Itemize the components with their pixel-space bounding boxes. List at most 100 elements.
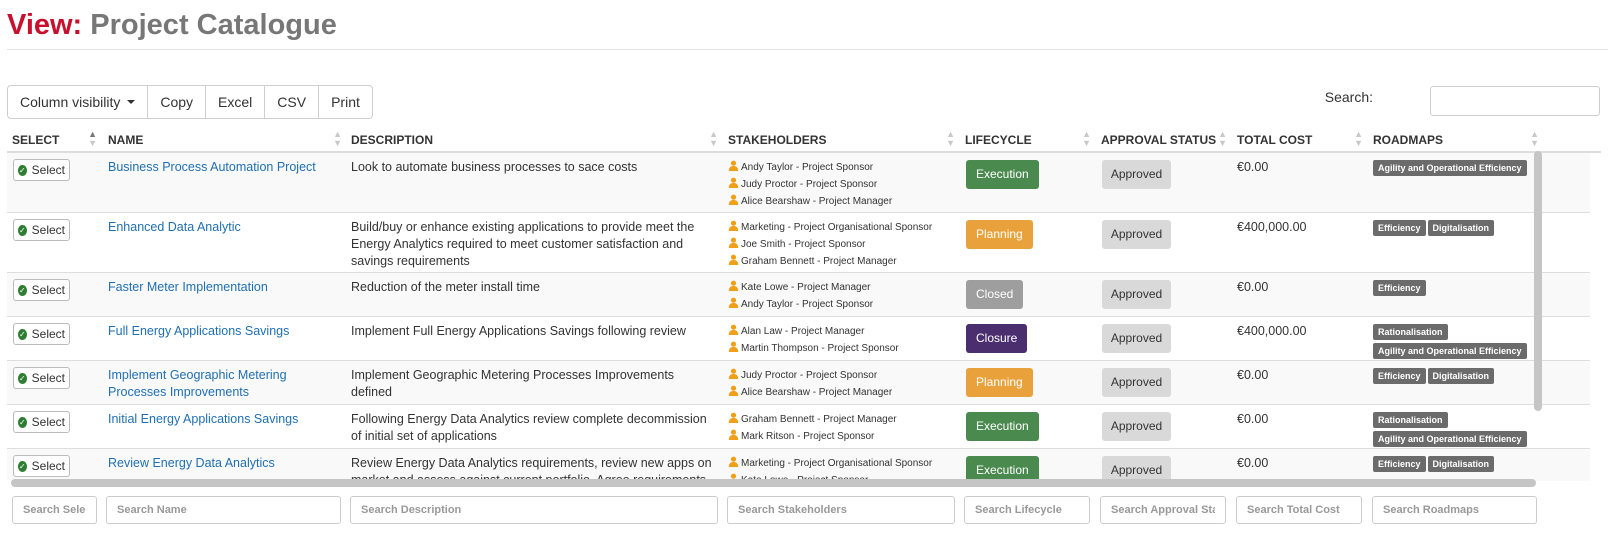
select-row-button[interactable]: ✓ Select [13,279,70,301]
filter-select-input[interactable] [12,496,97,524]
filter-stakeholders-input[interactable] [727,496,955,524]
select-button-label: Select [31,414,65,429]
approval-cell: Approved [1096,449,1232,481]
select-cell: ✓ Select [7,361,102,404]
lifecycle-cell: Execution [960,405,1096,448]
select-row-button[interactable]: ✓ Select [13,219,70,241]
person-icon [728,254,739,265]
filter-description-input[interactable] [350,496,718,524]
horizontal-scrollbar[interactable] [11,479,1536,487]
description-cell: Review Energy Data Analytics requirement… [351,456,712,481]
person-icon [728,177,739,188]
total-cost-cell: €400,000.00 [1237,324,1307,338]
select-row-button[interactable]: ✓ Select [13,455,70,477]
description-cell: Implement Full Energy Applications Savin… [351,324,686,338]
column-header-description[interactable]: Description ▲ ▼ [346,127,723,151]
check-circle-icon: ✓ [18,328,27,340]
lifecycle-badge: Execution [966,456,1039,481]
select-button-label: Select [31,162,65,177]
person-icon [728,324,739,335]
column-header-approval-status[interactable]: Approval Status ▲ ▼ [1096,127,1232,151]
select-row-button[interactable]: ✓ Select [13,323,70,345]
project-name-link[interactable]: Enhanced Data Analytic [108,220,241,234]
column-header-roadmaps[interactable]: Roadmaps ▲ ▼ [1368,127,1544,151]
page-title-prefix: View: [7,9,83,41]
roadmap-tag-digitalisation: Digitalisation [1427,456,1495,472]
select-cell: ✓ Select [7,317,102,360]
select-button-label: Select [31,370,65,385]
stakeholder-item: Alan Law - Project Manager [728,323,955,340]
lifecycle-badge: Closed [966,280,1024,309]
roadmap-tag-efficiency: Efficiency [1373,220,1426,236]
print-button[interactable]: Print [319,86,372,118]
roadmaps-cell: Rationalisation Agility and Operational E… [1368,317,1544,362]
copy-button[interactable]: Copy [148,86,207,118]
select-cell: ✓ Select [7,213,102,272]
project-name-link[interactable]: Implement Geographic Metering Processes … [108,368,287,399]
lifecycle-badge: Planning [966,368,1033,397]
roadmap-tag-agility-and-operational-efficiency: Agility and Operational Efficiency [1373,431,1527,447]
sort-arrows-icon: ▲ ▼ [1530,129,1539,148]
roadmaps-cell: Efficiency Digitalisation [1368,449,1544,475]
filter-roadmaps-input[interactable] [1372,496,1537,524]
column-header-label: Description [351,133,434,147]
column-header-name[interactable]: Name ▲ ▼ [103,127,347,151]
select-button-label: Select [31,458,65,473]
total-cost-cell: €0.00 [1237,280,1269,294]
page-title: View: Project Catalogue [7,6,337,44]
project-name-link[interactable]: Faster Meter Implementation [108,280,268,294]
approval-cell: Approved [1096,405,1232,448]
stakeholder-item: Marketing - Project Organisational Spons… [728,455,955,472]
title-divider [7,49,1608,50]
vertical-scrollbar[interactable] [1534,151,1542,481]
column-header-lifecycle[interactable]: Lifecycle ▲ ▼ [960,127,1096,151]
column-header-label: Stakeholders [728,133,827,147]
table-body[interactable]: ✓ Select Business Process Automation Proje… [7,153,1590,481]
sort-arrows-icon: ▲ ▼ [946,129,955,148]
stakeholder-text: Andy Taylor - Project Sponsor [741,162,874,173]
stakeholder-item: Graham Bennett - Project Manager [728,411,955,428]
lifecycle-badge: Execution [966,160,1039,189]
table-row: ✓ Select Faster Meter Implementation Reduct… [7,273,1590,317]
filter-lifecycle-input[interactable] [964,496,1090,524]
csv-button[interactable]: CSV [265,86,320,118]
select-row-button[interactable]: ✓ Select [13,411,70,433]
excel-button[interactable]: Excel [206,86,266,118]
column-header-label: Select [12,133,60,147]
stakeholder-text: Joe Smith - Project Sponsor [741,239,866,250]
stakeholder-text: Alan Law - Project Manager [741,326,865,337]
table-header: Select ▲ ▼ Name ▲ ▼ Description ▲ ▼ Stakeholders ▲… [7,127,1601,153]
select-row-button[interactable]: ✓ Select [13,367,70,389]
person-icon [728,280,739,291]
person-icon [728,456,739,467]
filter-approval-status-input[interactable] [1100,496,1226,524]
person-icon [728,429,739,440]
select-row-button[interactable]: ✓ Select [13,159,70,181]
column-visibility-button[interactable]: Column visibility [8,86,149,118]
roadmap-tag-efficiency: Efficiency [1373,280,1426,296]
description-cell: Implement Geographic Metering Processes … [351,368,675,399]
vertical-scroll-thumb[interactable] [1534,151,1542,411]
column-header-stakeholders[interactable]: Stakeholders ▲ ▼ [723,127,960,151]
stakeholder-text: Marketing - Project Organisational Spons… [741,222,933,233]
column-header-label: Approval Status [1101,133,1217,147]
project-name-link[interactable]: Review Energy Data Analytics [108,456,275,470]
select-cell: ✓ Select [7,449,102,481]
filter-name-input[interactable] [106,496,341,524]
approval-cell: Approved [1096,273,1232,316]
roadmap-tag-rationalisation: Rationalisation [1373,324,1448,340]
search-label: Search: [1324,89,1373,105]
stakeholder-item: Marketing - Project Organisational Spons… [728,219,955,236]
roadmaps-cell: Efficiency Digitalisation [1368,213,1544,239]
description-cell: Look to automate business processes to s… [351,160,638,174]
project-name-link[interactable]: Full Energy Applications Savings [108,324,289,338]
column-header-select[interactable]: Select ▲ ▼ [7,127,102,151]
search-input[interactable] [1430,86,1600,116]
column-header-total-cost[interactable]: Total Cost ▲ ▼ [1232,127,1368,151]
stakeholder-item: Andy Taylor - Project Sponsor [728,159,955,176]
roadmap-tag-efficiency: Efficiency [1373,368,1426,384]
project-name-link[interactable]: Initial Energy Applications Savings [108,412,298,426]
description-cell: Build/buy or enhance existing applicatio… [351,220,695,268]
project-name-link[interactable]: Business Process Automation Project [108,160,316,174]
filter-total-cost-input[interactable] [1236,496,1362,524]
